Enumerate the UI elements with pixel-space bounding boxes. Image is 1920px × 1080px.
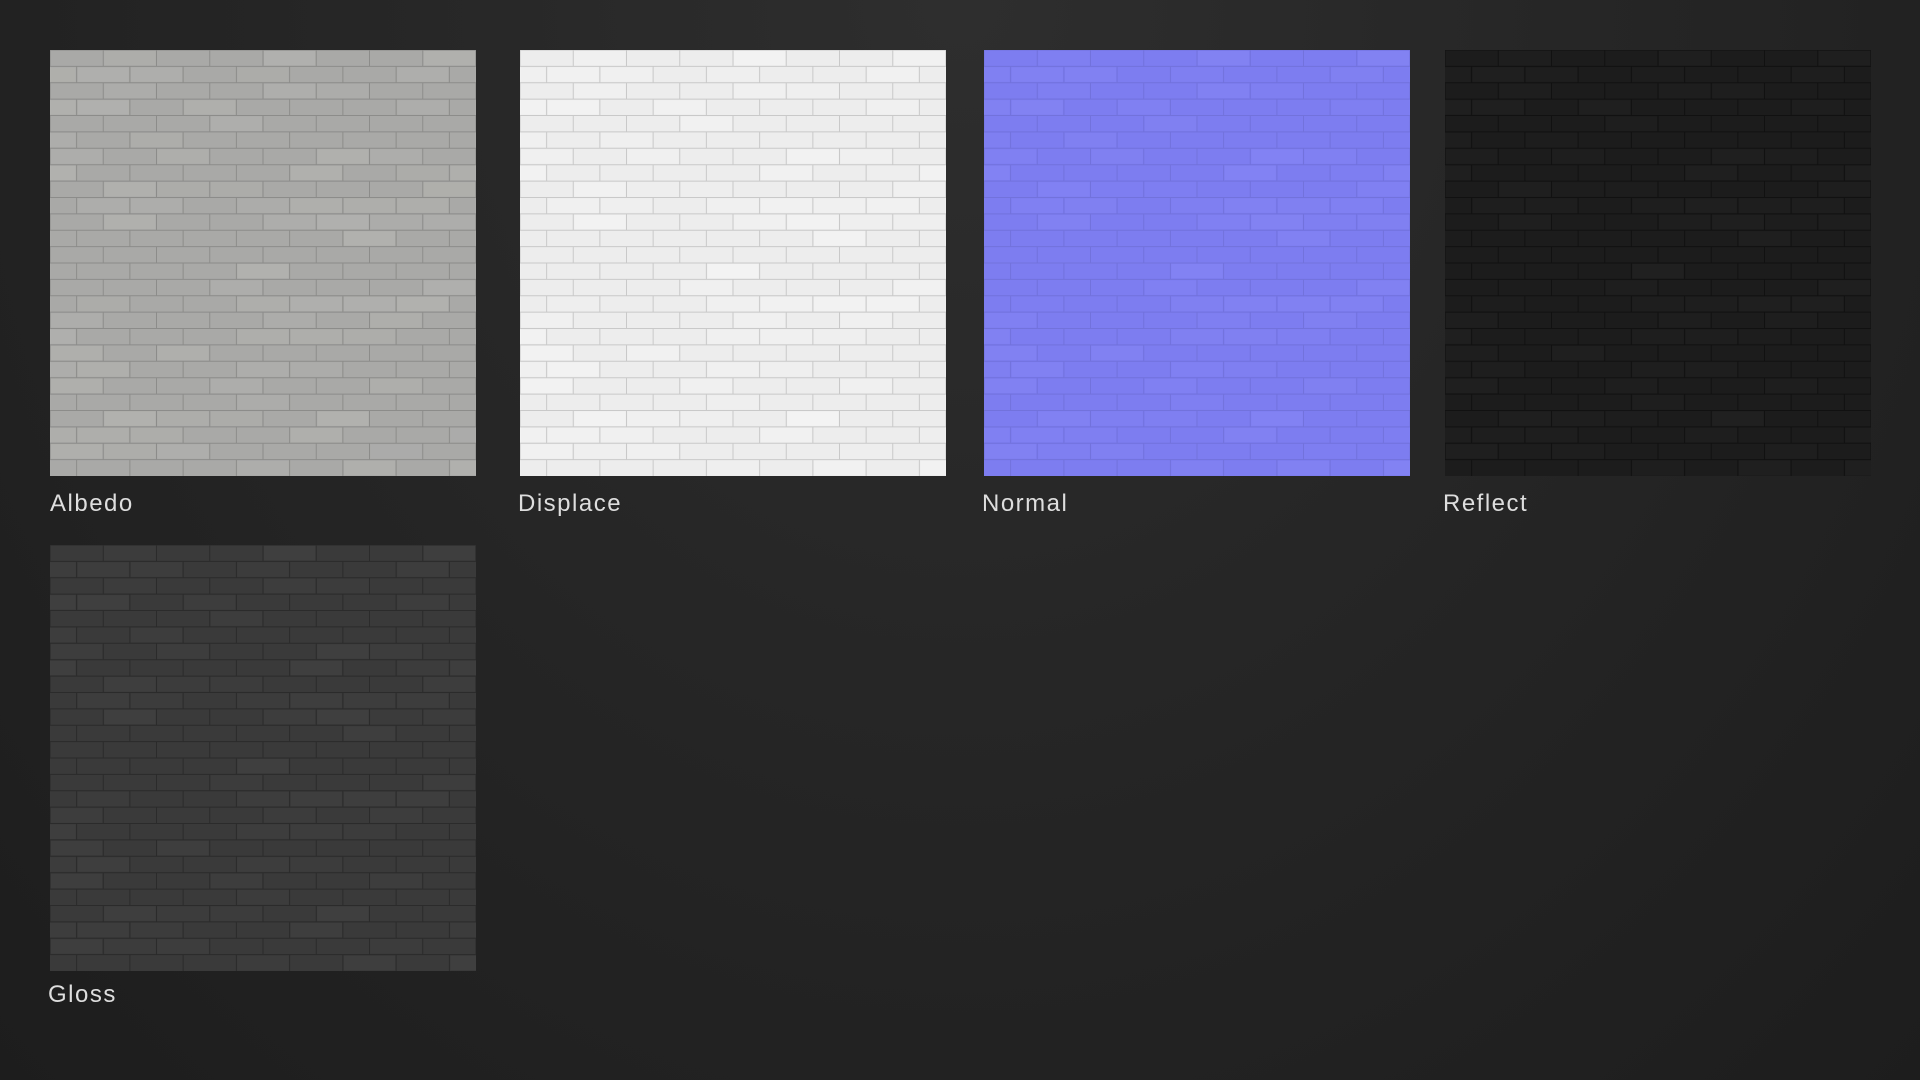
normal-label: Normal <box>982 490 1069 517</box>
albedo-texture-preview[interactable] <box>50 50 476 476</box>
brick-pattern <box>1445 50 1871 476</box>
brick-pattern <box>984 50 1410 476</box>
displace-label: Displace <box>518 490 623 517</box>
brick-pattern <box>50 50 476 476</box>
displace-texture-preview[interactable] <box>520 50 946 476</box>
map-tile-albedo[interactable]: Albedo <box>50 50 476 517</box>
reflect-label: Reflect <box>1443 490 1529 517</box>
gloss-texture-preview[interactable] <box>50 545 476 971</box>
map-tile-normal[interactable]: Normal <box>982 50 1410 517</box>
map-tile-reflect[interactable]: Reflect <box>1443 50 1871 517</box>
map-tile-gloss[interactable]: Gloss <box>48 545 476 1008</box>
brick-pattern <box>50 545 476 971</box>
brick-pattern <box>520 50 946 476</box>
gloss-label: Gloss <box>48 981 117 1008</box>
normal-texture-preview[interactable] <box>984 50 1410 476</box>
albedo-label: Albedo <box>50 490 134 517</box>
map-tile-displace[interactable]: Displace <box>518 50 946 517</box>
reflect-texture-preview[interactable] <box>1445 50 1871 476</box>
